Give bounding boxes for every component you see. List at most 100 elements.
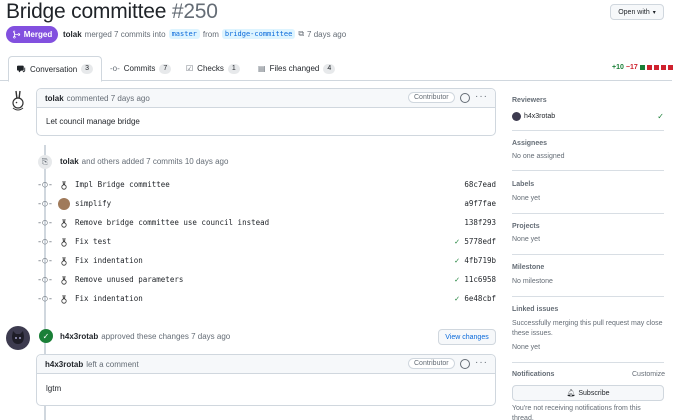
more-options-icon[interactable]: ··· (475, 357, 488, 368)
divider (512, 213, 664, 214)
open-with-button[interactable]: Open with ▾ (610, 4, 664, 20)
checks-icon: ☑ (186, 64, 194, 73)
pr-meta: tolak merged 7 commits into master from … (63, 29, 346, 39)
labels-value: None yet (512, 195, 541, 202)
commit-author-avatar[interactable] (58, 178, 70, 191)
commit-node-icon: -○- (36, 179, 54, 190)
commit-row: -○- Remove unused parameters ✓ 11c6958 (37, 270, 496, 289)
commit-sha[interactable]: 6e48cbf (462, 294, 496, 303)
view-changes-button[interactable]: View changes (438, 329, 496, 345)
commit-message[interactable]: Remove unused parameters (75, 275, 452, 284)
commit-author-avatar[interactable] (58, 235, 70, 248)
linked-issues-heading[interactable]: Linked issues (512, 306, 664, 313)
reviewer-name[interactable]: h4x3rotab (524, 113, 555, 120)
commits-event: tolak and others added 7 commits 10 days… (60, 157, 228, 166)
tab-label: Conversation (30, 64, 78, 74)
tab-counter: 4 (323, 63, 336, 74)
pr-author[interactable]: tolak (63, 30, 82, 39)
customize-link[interactable]: Customize (632, 371, 665, 378)
check-icon[interactable]: ✓ (452, 294, 462, 303)
review-text: approved these changes 7 days ago (101, 332, 231, 341)
merged-time: 7 days ago (307, 29, 347, 39)
role-badge: Contributor (408, 92, 455, 103)
additions-count: +10 (612, 64, 624, 71)
commit-node-icon: -○- (36, 236, 54, 247)
tab-conversation[interactable]: Conversation 3 (8, 56, 103, 82)
commit-message[interactable]: Fix indentation (75, 294, 452, 303)
copy-icon[interactable]: ⧉ (298, 29, 304, 39)
head-branch[interactable]: bridge-committee (221, 29, 296, 39)
assignees-value: No one assigned (512, 153, 565, 160)
pr-title: Bridge committee (6, 0, 167, 23)
check-icon[interactable]: ✓ (452, 256, 462, 265)
commit-message[interactable]: Remove bridge committee use council inst… (75, 218, 452, 227)
cat-avatar-icon (12, 331, 24, 344)
commit-author-avatar[interactable] (58, 254, 70, 267)
emoji-reaction-icon[interactable] (460, 93, 470, 103)
check-icon[interactable]: ✓ (452, 275, 462, 284)
merge-icon (12, 30, 20, 39)
commit-author-avatar[interactable] (58, 273, 70, 286)
reviewers-heading[interactable]: Reviewers (512, 97, 664, 104)
commit-sha[interactable]: 5778edf (462, 237, 496, 246)
commit-sha[interactable]: a9f7fae (462, 199, 496, 208)
subscribe-button[interactable]: 🔔︎ Subscribe (512, 385, 664, 401)
check-icon[interactable]: ✓ (452, 237, 462, 246)
tab-commits[interactable]: -o- Commits 7 (102, 56, 179, 81)
merged-text: merged 7 commits into (84, 29, 166, 39)
commit-sha[interactable]: 11c6958 (462, 275, 496, 284)
avatar[interactable] (6, 326, 30, 350)
assignees-heading[interactable]: Assignees (512, 140, 664, 147)
labels-heading[interactable]: Labels (512, 181, 664, 188)
emoji-reaction-icon[interactable] (460, 359, 470, 369)
pr-tabs: Conversation 3 -o- Commits 7 ☑ Checks 1 … (0, 56, 672, 82)
review-event: h4x3rotab approved these changes 7 days … (60, 332, 230, 341)
commit-sha[interactable]: 138f293 (462, 218, 496, 227)
commit-message[interactable]: Impl Bridge committee (75, 180, 452, 189)
commit-message[interactable]: Fix indentation (75, 256, 452, 265)
reviewer-name[interactable]: h4x3rotab (60, 332, 98, 341)
comment-author[interactable]: h4x3rotab (45, 360, 83, 369)
event-text: and others added 7 commits 10 days ago (81, 157, 229, 166)
linked-issues-value: None yet (512, 344, 541, 351)
comment-author[interactable]: tolak (45, 94, 64, 103)
divider (512, 170, 664, 171)
commit-node-icon: -○- (36, 255, 54, 266)
commit-message[interactable]: simplify (75, 199, 452, 208)
milestone-heading[interactable]: Milestone (512, 264, 664, 271)
projects-heading[interactable]: Projects (512, 223, 664, 230)
diffstat-block (660, 65, 666, 70)
tab-label: Files changed (269, 64, 320, 73)
reviewer-item: h4x3rotab ✓ (512, 110, 664, 122)
tab-checks[interactable]: ☑ Checks 1 (178, 56, 248, 81)
projects-value: None yet (512, 236, 541, 243)
tab-files-changed[interactable]: ▤ Files changed 4 (250, 56, 343, 81)
milestone-value: No milestone (512, 278, 553, 285)
more-options-icon[interactable]: ··· (475, 91, 488, 102)
commit-sha[interactable]: 68c7ead (462, 180, 496, 189)
commit-node-icon: -○- (36, 217, 54, 228)
commit-author-avatar[interactable] (58, 197, 70, 210)
comment-card: tolak commented 7 days ago Contributor ·… (36, 88, 496, 136)
diffstat-block (639, 65, 645, 70)
repo-push-icon: ⎘ (38, 155, 52, 169)
state-badge: Merged (6, 26, 58, 43)
commit-row: -○- Fix indentation ✓ 6e48cbf (37, 289, 496, 308)
base-branch[interactable]: master (168, 29, 200, 39)
conversation-icon (17, 65, 26, 73)
approved-check-icon: ✓ (39, 329, 53, 343)
divider (512, 130, 664, 131)
commit-sha[interactable]: 4fb719b (462, 256, 496, 265)
event-author[interactable]: tolak (60, 157, 79, 166)
bunny-avatar-icon (12, 90, 24, 111)
commit-message[interactable]: Fix test (75, 237, 452, 246)
commit-author-avatar[interactable] (58, 216, 70, 229)
file-diff-icon: ▤ (258, 64, 266, 73)
comment-header: h4x3rotab left a comment Contributor ··· (37, 355, 495, 374)
open-with-label: Open with (618, 8, 650, 16)
commit-author-avatar[interactable] (58, 292, 70, 305)
diffstat-block (653, 65, 659, 70)
commit-row: -○- Fix test ✓ 5778edf (36, 232, 496, 251)
avatar[interactable] (6, 88, 32, 114)
reviewer-avatar[interactable] (512, 111, 521, 121)
